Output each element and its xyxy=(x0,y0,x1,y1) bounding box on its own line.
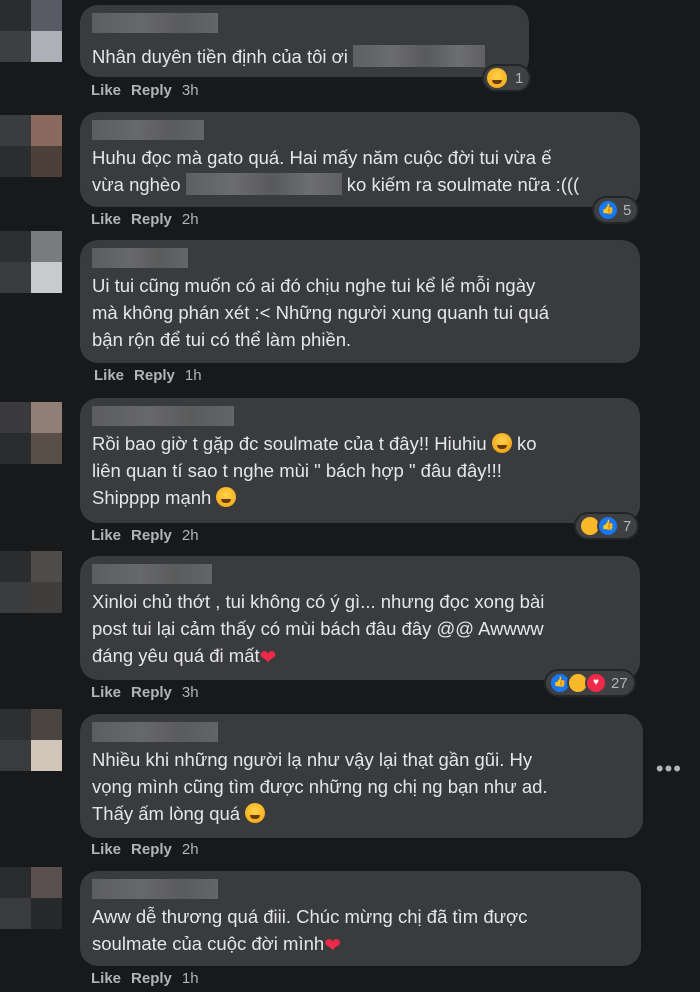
timestamp[interactable]: 3h xyxy=(182,82,199,99)
comment-actions: Like Reply 3h xyxy=(91,684,209,701)
reaction-count[interactable]: 👍 7 xyxy=(576,514,638,538)
comment-actions: Like Reply 3h xyxy=(91,82,209,99)
timestamp[interactable]: 2h xyxy=(182,211,199,228)
comment-actions: Like Reply 1h xyxy=(94,367,212,384)
timestamp[interactable]: 1h xyxy=(182,970,199,987)
like-link[interactable]: Like xyxy=(91,82,121,99)
author-name[interactable] xyxy=(92,879,218,899)
comment-bubble: Huhu đọc mà gato quá. Hai mấy năm cuộc đ… xyxy=(80,112,640,207)
like-link[interactable]: Like xyxy=(91,684,121,701)
heart-icon: ♥ xyxy=(585,672,607,694)
author-name[interactable] xyxy=(92,13,218,33)
timestamp[interactable]: 3h xyxy=(182,684,199,701)
avatar[interactable] xyxy=(0,551,62,613)
comment-actions: Like Reply 2h xyxy=(91,841,209,858)
comment-text: Aww dễ thương quá điii. Chúc mừng chị đã… xyxy=(92,906,528,957)
sad-emoji xyxy=(245,803,266,823)
timestamp[interactable]: 2h xyxy=(182,527,199,544)
avatar[interactable] xyxy=(0,0,62,62)
comment-text: Rồi bao giờ t gặp đc soulmate của t đây!… xyxy=(92,433,537,508)
reply-link[interactable]: Reply xyxy=(131,970,172,987)
comment-text: Nhân duyên tiền định của tôi ơi xyxy=(92,43,515,70)
author-name[interactable] xyxy=(92,564,212,584)
like-icon: 👍 xyxy=(597,199,619,221)
comment-bubble: Aww dễ thương quá điii. Chúc mừng chị đã… xyxy=(80,871,641,966)
more-options-icon[interactable]: ••• xyxy=(656,758,682,780)
reaction-count[interactable]: 1 xyxy=(484,66,530,90)
grin-squint-emoji xyxy=(487,68,507,88)
heart-emoji: ❤ xyxy=(324,935,341,957)
avatar[interactable] xyxy=(0,402,62,464)
like-link[interactable]: Like xyxy=(91,841,121,858)
like-link[interactable]: Like xyxy=(91,211,121,228)
avatar[interactable] xyxy=(0,709,62,771)
comment-text: Xinloi chủ thớt , tui không có ý gì... n… xyxy=(92,591,545,669)
redacted-text xyxy=(185,173,342,195)
author-name[interactable] xyxy=(92,248,188,268)
heart-emoji: ❤ xyxy=(259,647,277,669)
reply-link[interactable]: Reply xyxy=(131,211,172,228)
comment-bubble: Nhân duyên tiền định của tôi ơi xyxy=(80,5,529,77)
author-name[interactable] xyxy=(92,722,218,742)
heart-eyes-emoji xyxy=(216,487,237,507)
reply-link[interactable]: Reply xyxy=(131,841,172,858)
author-name[interactable] xyxy=(92,406,234,426)
like-link[interactable]: Like xyxy=(91,970,121,987)
avatar[interactable] xyxy=(0,867,62,929)
timestamp[interactable]: 2h xyxy=(182,841,199,858)
like-icon: 👍 xyxy=(597,515,619,537)
reply-link[interactable]: Reply xyxy=(131,82,172,99)
avatar[interactable] xyxy=(0,115,62,177)
comment-bubble: Ui tui cũng muốn có ai đó chịu nghe tui … xyxy=(80,240,640,363)
comment-bubble: Nhiều khi những người lạ như vậy lại thạ… xyxy=(80,714,643,838)
reply-link[interactable]: Reply xyxy=(131,684,172,701)
comment-actions: Like Reply 1h xyxy=(91,970,209,987)
comment-bubble: Xinloi chủ thớt , tui không có ý gì... n… xyxy=(80,556,640,680)
like-link[interactable]: Like xyxy=(91,527,121,544)
timestamp[interactable]: 1h xyxy=(185,367,202,384)
reply-link[interactable]: Reply xyxy=(134,367,175,384)
comment-text: Huhu đọc mà gato quá. Hai mấy năm cuộc đ… xyxy=(92,147,580,195)
redacted-text xyxy=(353,45,486,67)
comment-text: Nhiều khi những người lạ như vậy lại thạ… xyxy=(92,749,548,824)
reply-link[interactable]: Reply xyxy=(131,527,172,544)
avatar[interactable] xyxy=(0,231,62,293)
comment-text: Ui tui cũng muốn có ai đó chịu nghe tui … xyxy=(92,275,550,350)
reaction-count[interactable]: 👍 ♥ 27 xyxy=(546,671,634,695)
crying-emoji xyxy=(491,433,512,453)
comment-bubble: Rồi bao giờ t gặp đc soulmate của t đây!… xyxy=(80,398,640,523)
comment-actions: Like Reply 2h xyxy=(91,527,209,544)
reaction-count[interactable]: 👍 5 xyxy=(594,198,638,222)
comment-actions: Like Reply 2h xyxy=(91,211,209,228)
author-name[interactable] xyxy=(92,120,204,140)
like-link[interactable]: Like xyxy=(94,367,124,384)
